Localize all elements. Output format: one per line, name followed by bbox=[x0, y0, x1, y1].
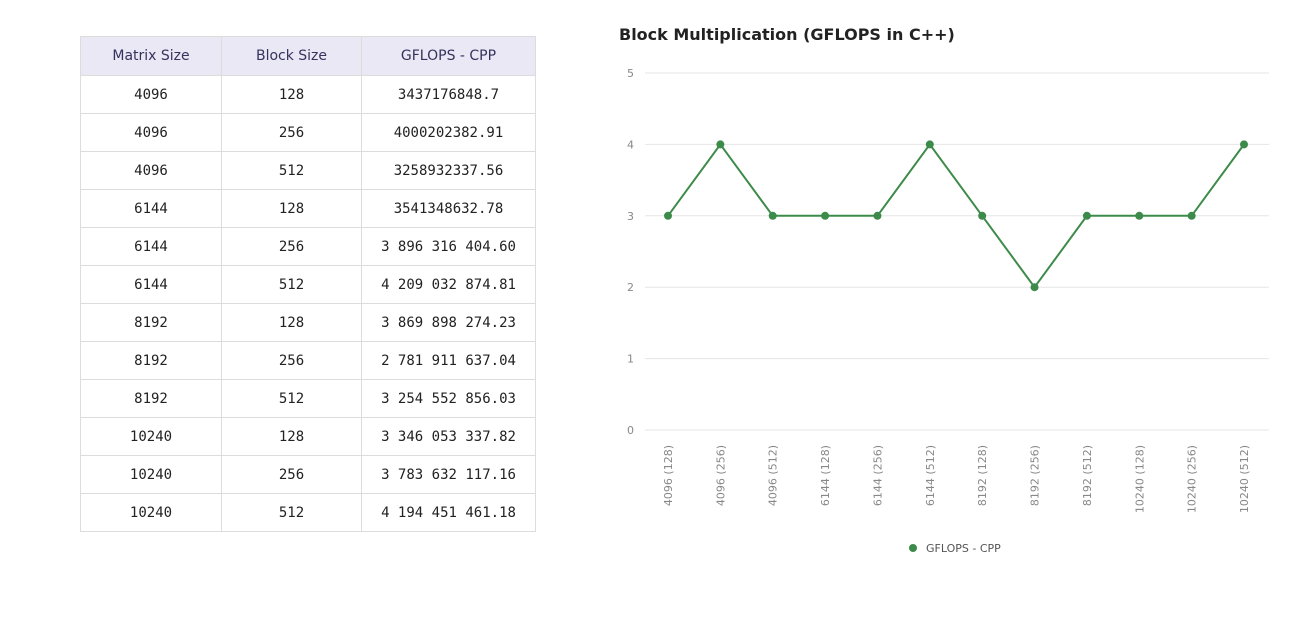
y-tick-label: 1 bbox=[627, 353, 634, 366]
y-axis-ticks: 0 1 2 3 4 5 bbox=[627, 67, 634, 437]
y-tick-label: 5 bbox=[627, 67, 634, 80]
data-point bbox=[1082, 211, 1091, 220]
y-tick-label: 4 bbox=[627, 138, 634, 151]
data-point bbox=[873, 211, 882, 220]
data-point bbox=[821, 211, 830, 220]
legend: GFLOPS - CPP bbox=[909, 542, 1001, 555]
chart-title: Block Multiplication (GFLOPS in C++) bbox=[619, 25, 955, 44]
data-point bbox=[1135, 211, 1144, 220]
data-point bbox=[925, 140, 934, 149]
x-tick-label: 4096 (256) bbox=[714, 445, 727, 506]
x-tick-label: 8192 (256) bbox=[1029, 445, 1042, 506]
data-point bbox=[768, 211, 777, 220]
data-point bbox=[1240, 140, 1248, 149]
x-tick-label: 8192 (512) bbox=[1081, 445, 1094, 506]
data-point bbox=[664, 211, 672, 220]
data-point bbox=[716, 140, 725, 149]
y-tick-label: 0 bbox=[627, 424, 634, 437]
x-tick-label: 6144 (128) bbox=[819, 445, 832, 506]
y-tick-label: 2 bbox=[627, 281, 634, 294]
legend-label: GFLOPS - CPP bbox=[926, 542, 1001, 555]
x-tick-label: 10240 (128) bbox=[1133, 445, 1146, 513]
x-tick-label: 6144 (256) bbox=[871, 445, 884, 506]
data-point bbox=[978, 211, 987, 220]
y-tick-label: 3 bbox=[627, 210, 634, 223]
x-tick-label: 10240 (512) bbox=[1238, 445, 1251, 513]
line-chart: Block Multiplication (GFLOPS in C++) 0 1 2… bbox=[619, 25, 1269, 555]
data-point bbox=[1187, 211, 1196, 220]
x-tick-label: 6144 (512) bbox=[924, 445, 937, 506]
x-tick-label: 10240 (256) bbox=[1186, 445, 1199, 513]
x-tick-label: 4096 (128) bbox=[662, 445, 675, 506]
x-axis-ticks: 4096 (128) 4096 (256) 4096 (512) 6144 (128)… bbox=[662, 445, 1251, 513]
grid-lines bbox=[645, 72, 1269, 431]
data-point bbox=[1030, 283, 1039, 292]
legend-marker bbox=[909, 544, 917, 552]
x-tick-label: 4096 (512) bbox=[767, 445, 780, 506]
x-tick-label: 8192 (128) bbox=[976, 445, 989, 506]
